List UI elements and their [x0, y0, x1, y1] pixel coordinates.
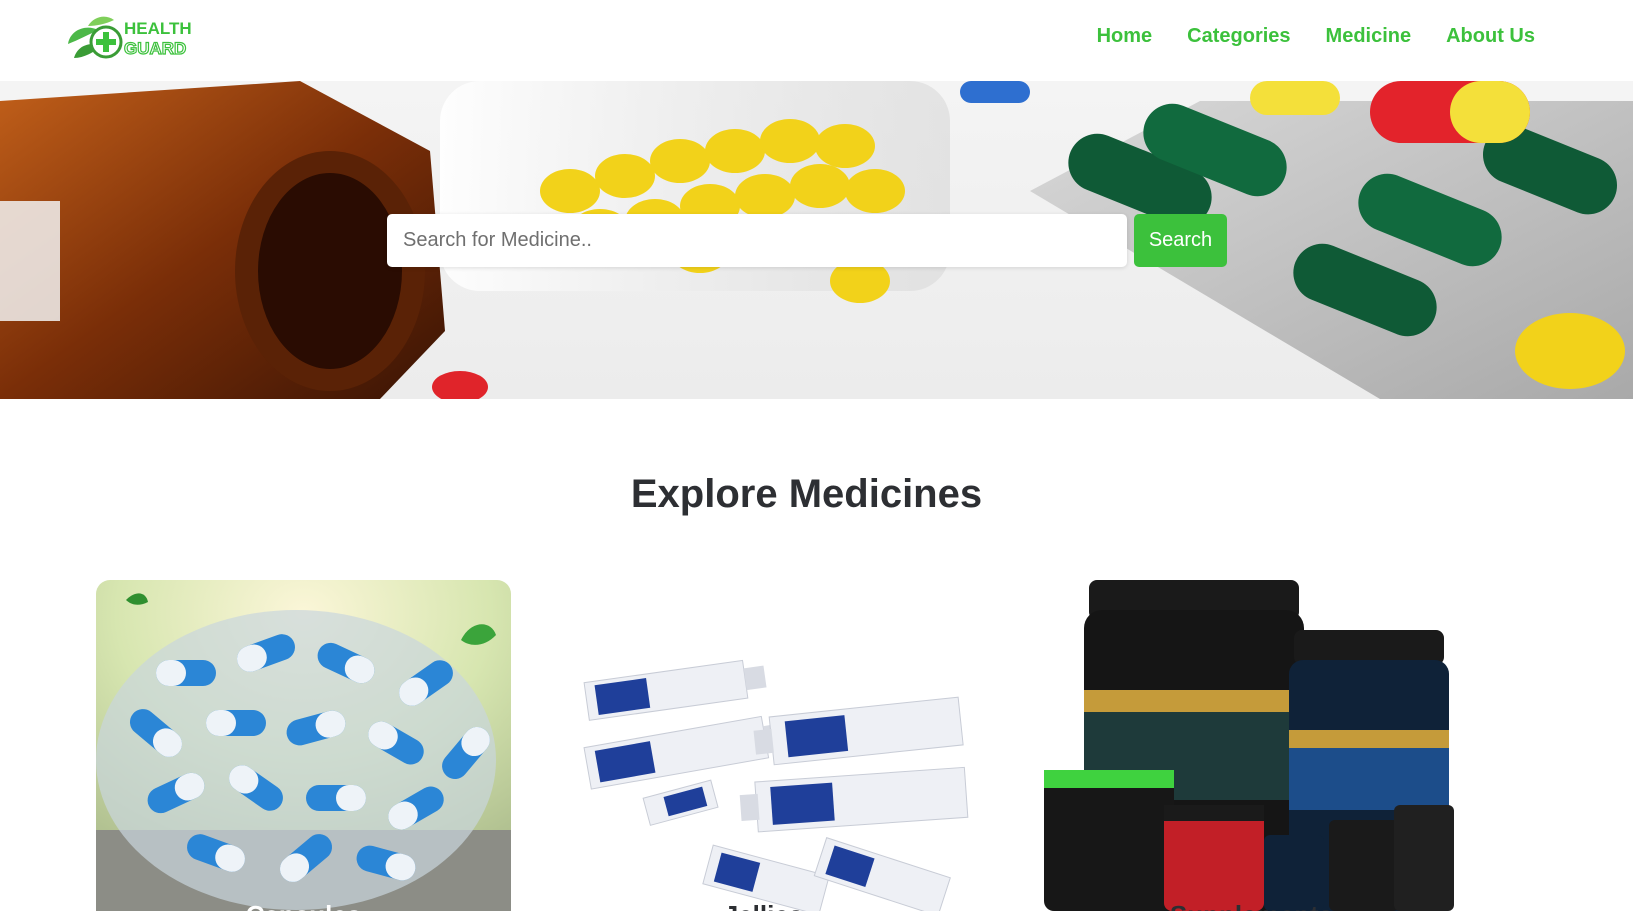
- search-button[interactable]: Search: [1134, 214, 1227, 267]
- surgilube-tubes-image: [556, 580, 971, 911]
- nav-about-us[interactable]: About Us: [1446, 25, 1535, 48]
- category-cards: Capsules: [96, 580, 1466, 911]
- search-input[interactable]: [387, 214, 1127, 267]
- card-label-jellies: Jellies: [556, 900, 971, 911]
- main-nav: Home Categories Medicine About Us: [1097, 0, 1535, 72]
- health-guard-logo[interactable]: HEALTH GUARD: [64, 12, 214, 68]
- section-title: Explore Medicines: [630, 472, 983, 516]
- svg-text:GUARD: GUARD: [124, 39, 186, 58]
- category-card-jellies[interactable]: Jellies: [556, 580, 971, 911]
- nav-home[interactable]: Home: [1097, 25, 1153, 48]
- nav-categories[interactable]: Categories: [1187, 25, 1290, 48]
- logo-icon: HEALTH GUARD: [68, 16, 192, 59]
- category-card-supplements[interactable]: Supplements: [1044, 580, 1459, 911]
- navbar: HEALTH GUARD Home Categories Medicine Ab…: [0, 0, 1633, 81]
- hero-banner: Search: [0, 81, 1633, 399]
- nav-medicine[interactable]: Medicine: [1326, 25, 1412, 48]
- search-bar: Search: [387, 214, 1227, 267]
- category-card-capsules[interactable]: Capsules: [96, 580, 511, 911]
- card-label-capsules: Capsules: [96, 900, 511, 911]
- card-label-supplements: Supplements: [1044, 900, 1459, 911]
- supplement-jars-image: [1044, 580, 1459, 911]
- capsules-image: [96, 580, 511, 911]
- svg-text:HEALTH: HEALTH: [124, 19, 192, 38]
